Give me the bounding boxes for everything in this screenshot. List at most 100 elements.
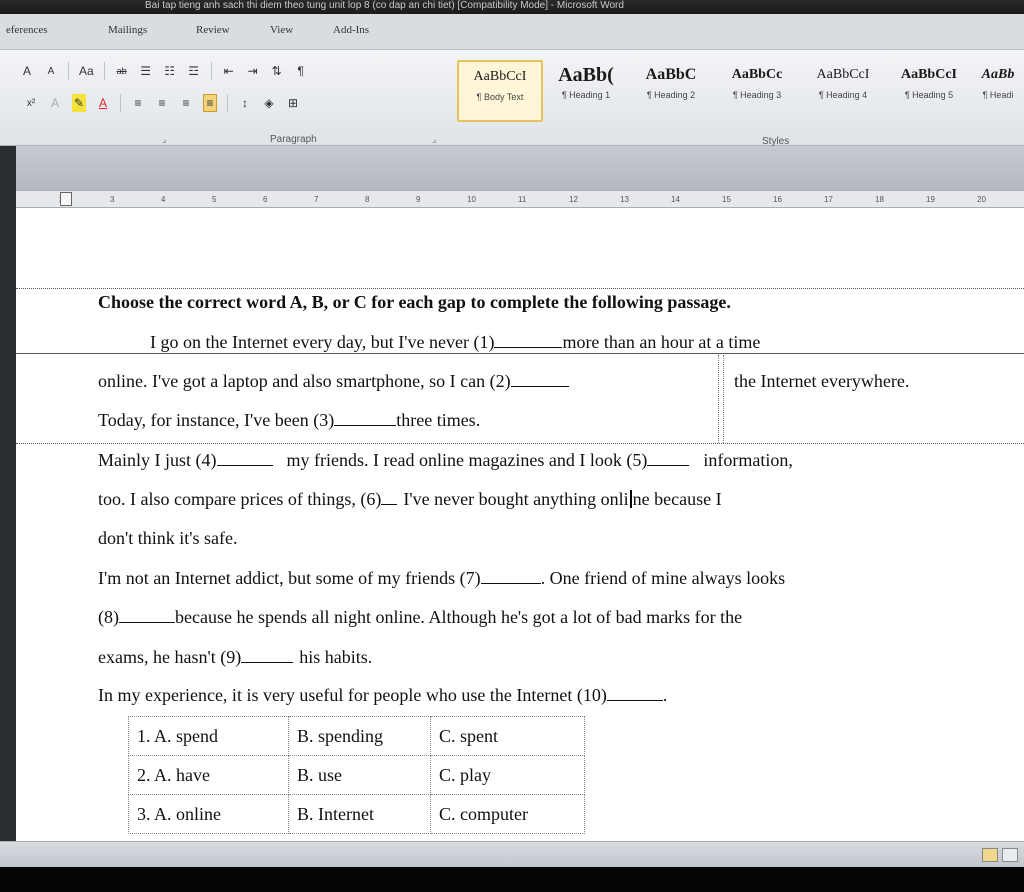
gap-9[interactable] [241,647,294,663]
ruler-number: 18 [875,195,884,204]
tab-add-ins[interactable]: Add-Ins [333,24,369,36]
style-name: ¶ Body Text [476,92,524,102]
style-name: ¶ Headi [982,90,1014,100]
align-left-icon[interactable]: ≡ [131,94,145,112]
ribbon-tabs: eferences Mailings Review View Add-Ins [0,14,1024,50]
highlight-icon[interactable]: ✎ [72,94,86,112]
grow-font-button[interactable]: A [20,62,34,80]
clear-format-button[interactable]: ab [115,62,129,80]
passage-text: information, [703,450,793,470]
separator [227,94,228,112]
align-center-icon[interactable]: ≡ [155,94,169,112]
tab-review[interactable]: Review [196,24,230,36]
style-heading-1[interactable]: AaBb( ¶ Heading 1 [547,60,625,122]
shrink-font-button[interactable]: A [44,62,58,80]
table-border [16,288,1024,289]
passage-line: Today, for instance, I've been (3) three … [98,410,480,430]
style-heading-6[interactable]: AaBb ¶ Headi [973,60,1023,122]
ribbon-lower-band [0,146,1024,190]
ruler-number: 16 [773,195,782,204]
ruler-number: 17 [824,195,833,204]
document-page[interactable]: Choose the correct word A, B, or C for e… [16,208,1024,841]
table-column-border [723,355,724,443]
option-cell[interactable]: C. spent [430,716,585,756]
passage-text: ne because I [632,489,722,509]
gap-2[interactable] [510,371,569,387]
style-heading-2[interactable]: AaBbC ¶ Heading 2 [631,60,711,122]
option-cell[interactable]: C. computer [430,794,585,834]
option-cell[interactable]: B. use [288,755,431,795]
indent-marker-icon[interactable] [60,192,72,206]
gap-10[interactable] [606,685,663,701]
gap-6[interactable] [381,489,398,505]
decrease-indent-icon[interactable]: ⇤ [222,62,236,80]
table-border [16,353,1024,354]
table-row: 2. A. have B. use C. play [128,755,585,795]
style-name: ¶ Heading 1 [561,90,611,100]
passage-line: I'm not an Internet addict, but some of … [98,568,785,588]
passage-text: too. I also compare prices of things, (6… [98,489,382,509]
option-cell[interactable]: 1. A. spend [128,716,289,756]
style-body-text[interactable]: AaBbCcI ¶ Body Text [457,60,543,122]
table-row: 3. A. online B. Internet C. computer [128,794,585,834]
print-layout-view-icon[interactable] [982,848,998,862]
full-screen-view-icon[interactable] [1002,848,1018,862]
style-heading-4[interactable]: AaBbCcI ¶ Heading 4 [803,60,883,122]
increase-indent-icon[interactable]: ⇥ [246,62,260,80]
option-cell[interactable]: B. spending [288,716,431,756]
style-heading-5[interactable]: AaBbCcI ¶ Heading 5 [889,60,969,122]
passage-text: online. I've got a laptop and also smart… [98,371,511,391]
separator [103,62,105,80]
gap-4[interactable] [216,450,273,466]
ribbon-font-row-1: A A Aa ab ☰ ☷ ☲ ⇤ ⇥ ⇅ ¶ [20,62,308,80]
passage-text: exams, he hasn't (9) [98,647,242,667]
style-heading-3[interactable]: AaBbCc ¶ Heading 3 [717,60,797,122]
text-effects-icon[interactable]: A [48,94,62,112]
separator [210,62,212,80]
instruction-heading: Choose the correct word A, B, or C for e… [98,292,731,312]
passage-line: In my experience, it is very useful for … [98,685,667,705]
gap-3[interactable] [334,410,397,426]
sort-icon[interactable]: ⇅ [270,62,284,80]
passage-text: three times. [396,410,481,430]
tab-references[interactable]: eferences [6,24,48,36]
ruler-number: 8 [365,195,370,204]
align-right-icon[interactable]: ≡ [179,94,193,112]
paragraph-dialog-launcher-icon[interactable]: ⌟ [432,134,436,145]
option-cell[interactable]: C. play [430,755,585,795]
passage-text: because he spends all night online. Alth… [175,607,743,627]
ruler-number: 12 [569,195,578,204]
shading-icon[interactable]: ◈ [262,94,276,112]
line-spacing-icon[interactable]: ↕ [238,94,252,112]
font-color-icon[interactable]: A [96,94,110,112]
passage-text: . [662,685,668,705]
gap-1[interactable] [494,332,563,348]
numbering-icon[interactable]: ☷ [163,62,177,80]
horizontal-ruler[interactable]: 1234567891011121314151617181920 [0,190,1024,208]
gap-8[interactable] [119,607,175,623]
passage-text: more than an hour at a time [562,332,761,352]
gap-5[interactable] [647,450,690,466]
bullets-icon[interactable]: ☰ [139,62,153,80]
borders-icon[interactable]: ⊞ [286,94,300,112]
passage-text: his habits. [299,647,373,667]
passage-text: In my experience, it is very useful for … [98,685,607,705]
pilcrow-icon[interactable]: ¶ [294,62,308,80]
gap-7[interactable] [480,568,541,584]
justify-icon[interactable]: ≡ [203,94,217,112]
change-case-button[interactable]: Aa [79,62,94,80]
ribbon: A A Aa ab ☰ ☷ ☲ ⇤ ⇥ ⇅ ¶ x² A ✎ A ≡ ≡ ≡ ≡… [0,50,1024,147]
tab-view[interactable]: View [270,24,293,36]
option-cell[interactable]: 3. A. online [128,794,289,834]
tab-mailings[interactable]: Mailings [108,24,147,36]
font-dialog-launcher-icon[interactable]: ⌟ [162,134,166,145]
style-name: ¶ Heading 4 [818,90,868,100]
option-cell[interactable]: 2. A. have [128,755,289,795]
style-name: ¶ Heading 2 [646,90,696,100]
table-column-border [718,355,719,443]
style-preview: AaBb [981,67,1015,82]
option-cell[interactable]: B. Internet [288,794,431,834]
screen-bottom-edge [0,867,1024,892]
multilevel-list-icon[interactable]: ☲ [187,62,201,80]
superscript-button[interactable]: x² [24,94,38,112]
